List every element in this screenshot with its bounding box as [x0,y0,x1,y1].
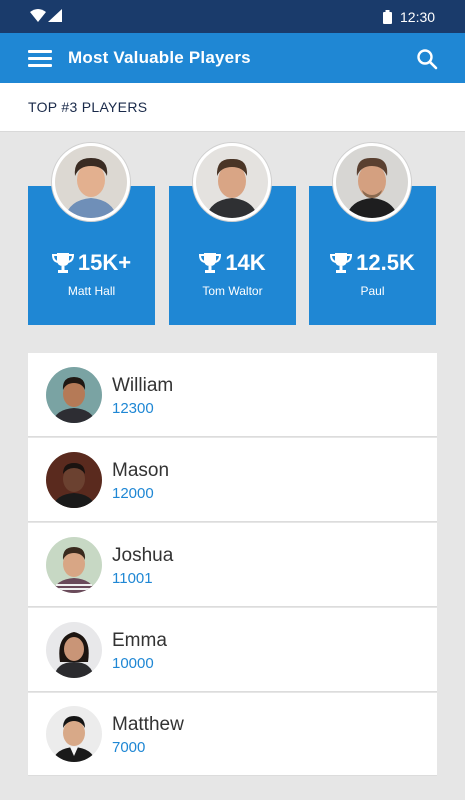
top-player-score: 14K [225,250,266,275]
player-score: 7000 [112,739,146,756]
search-icon[interactable] [415,47,439,71]
top-player-name: Paul [360,284,385,298]
avatar[interactable] [193,143,271,221]
player-name: William [112,375,174,396]
status-bar: 12:30 [0,0,465,33]
avatar [46,537,102,593]
section-header: TOP #3 PLAYERS [0,83,465,132]
menu-icon[interactable] [28,50,52,67]
avatar [46,452,102,508]
list-item[interactable]: William 12300 [28,353,437,437]
app-bar: Most Valuable Players [0,33,465,83]
list-item[interactable]: Mason 12000 [28,438,437,522]
player-score: 12000 [112,485,154,502]
trophy-icon [330,253,353,273]
section-title: TOP #3 PLAYERS [28,99,148,115]
top-player-name: Matt Hall [67,284,116,298]
battery-icon [383,10,392,24]
list-item[interactable]: Emma 10000 [28,608,437,692]
player-name: Matthew [112,714,184,735]
trophy-icon [51,253,74,273]
top-player-score: 12.5K [356,250,415,275]
player-score: 11001 [112,570,153,587]
player-score: 10000 [112,655,154,672]
cell-signal-icon [48,9,62,22]
status-time: 12:30 [400,9,436,25]
trophy-icon [199,253,222,273]
player-score: 12300 [112,400,154,417]
wifi-icon [30,9,46,22]
top-player-score: 15K+ [77,250,132,275]
page-title: Most Valuable Players [68,48,251,67]
avatar [46,706,102,762]
avatar [46,367,102,423]
top-player-name: Tom Waltor [202,284,263,298]
player-name: Emma [112,630,167,651]
avatar[interactable] [333,143,411,221]
list-item[interactable]: Matthew 7000 [28,693,437,776]
list-item[interactable]: Joshua 11001 [28,523,437,607]
player-name: Joshua [112,545,174,566]
player-name: Mason [112,460,170,481]
avatar [46,622,102,678]
avatar[interactable] [52,143,130,221]
